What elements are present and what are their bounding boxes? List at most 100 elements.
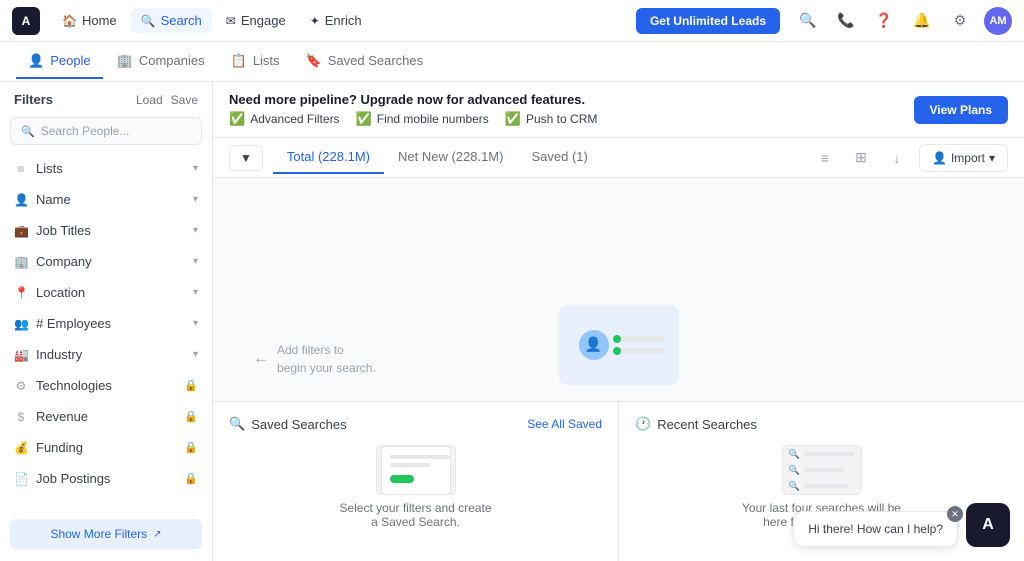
filter-name[interactable]: 👤 Name ▾ bbox=[0, 184, 212, 215]
job-postings-lock-icon: 🔒 bbox=[184, 472, 198, 485]
list-view-button[interactable]: ≡ bbox=[811, 144, 839, 172]
chat-avatar[interactable]: A bbox=[966, 503, 1010, 547]
location-chevron-icon: ▾ bbox=[193, 287, 198, 298]
filter-toggle-icon: ▼ bbox=[240, 151, 252, 165]
industry-chevron-icon: ▾ bbox=[193, 349, 198, 360]
illus-dot-2 bbox=[613, 347, 621, 355]
filter-employees[interactable]: 👥 # Employees ▾ bbox=[0, 308, 212, 339]
nav-phone-icon-btn[interactable]: 📞 bbox=[832, 7, 860, 35]
tab-people[interactable]: 👤 People bbox=[16, 45, 103, 79]
filter-location[interactable]: 📍 Location ▾ bbox=[0, 277, 212, 308]
import-chevron-icon: ▾ bbox=[989, 151, 995, 165]
show-more-filters-button[interactable]: Show More Filters ↗ bbox=[10, 519, 202, 549]
saved-searches-title-text: Saved Searches bbox=[251, 417, 346, 432]
people-tab-label: People bbox=[50, 53, 90, 68]
saved-searches-card: 🔍 Saved Searches See All Saved bbox=[213, 402, 619, 561]
check-icon-3: ✅ bbox=[505, 111, 521, 127]
engage-icon: ✉ bbox=[226, 14, 236, 28]
feature-advanced-filters: ✅ Advanced Filters bbox=[229, 111, 340, 127]
job-titles-chevron-icon: ▾ bbox=[193, 225, 198, 236]
nav-settings-icon-btn[interactable]: ⚙ bbox=[946, 7, 974, 35]
search-people-placeholder: Search People... bbox=[41, 124, 130, 138]
empty-state-illustration: 👤 bbox=[559, 305, 679, 385]
results-bar: ▼ Total (228.1M) Net New (228.1M) Saved … bbox=[213, 138, 1024, 178]
recent-search-lines: 🔍 🔍 🔍 bbox=[783, 443, 860, 498]
chat-close-button[interactable]: ✕ bbox=[947, 506, 963, 522]
chatbot-widget: ✕ Hi there! How can I help? A bbox=[793, 503, 1010, 547]
saved-searches-empty-text: Select your filters and create a Saved S… bbox=[339, 501, 491, 529]
recent-searches-card-title: 🕐 Recent Searches bbox=[635, 416, 757, 432]
tab-total[interactable]: Total (228.1M) bbox=[273, 141, 384, 174]
banner-features: ✅ Advanced Filters ✅ Find mobile numbers… bbox=[229, 111, 597, 127]
companies-tab-icon: 🏢 bbox=[117, 53, 133, 69]
feature-mobile-numbers: ✅ Find mobile numbers bbox=[356, 111, 489, 127]
industry-filter-label: Industry bbox=[36, 347, 82, 362]
import-label: Import bbox=[951, 151, 985, 165]
job-postings-filter-label: Job Postings bbox=[36, 471, 110, 486]
illustration-avatar: 👤 bbox=[579, 330, 609, 360]
nav-home[interactable]: 🏠 Home bbox=[52, 8, 127, 33]
save-filters-button[interactable]: Save bbox=[171, 93, 198, 107]
funding-lock-icon: 🔒 bbox=[184, 441, 198, 454]
illus-line-1 bbox=[613, 336, 665, 342]
recent-searches-title-text: Recent Searches bbox=[657, 417, 757, 432]
revenue-lock-icon: 🔒 bbox=[184, 410, 198, 423]
show-more-label: Show More Filters bbox=[50, 527, 147, 541]
saved-line1: Select your filters and create bbox=[339, 501, 491, 515]
load-filters-button[interactable]: Load bbox=[136, 93, 163, 107]
filter-lists[interactable]: ≡ Lists ▾ bbox=[0, 153, 212, 184]
filter-revenue[interactable]: $ Revenue 🔒 bbox=[0, 401, 212, 432]
tab-saved-searches[interactable]: 🔖 Saved Searches bbox=[294, 45, 436, 79]
tab-companies[interactable]: 🏢 Companies bbox=[105, 45, 217, 79]
see-all-saved-link[interactable]: See All Saved bbox=[527, 417, 602, 431]
nav-engage-label: Engage bbox=[241, 13, 286, 28]
tab-saved[interactable]: Saved (1) bbox=[517, 141, 601, 174]
app-logo[interactable]: A bbox=[12, 7, 40, 35]
user-avatar[interactable]: AM bbox=[984, 7, 1012, 35]
filter-technologies[interactable]: ⚙ Technologies 🔒 bbox=[0, 370, 212, 401]
export-button[interactable]: ↓ bbox=[883, 144, 911, 172]
tab-lists[interactable]: 📋 Lists bbox=[219, 45, 292, 79]
filter-industry[interactable]: 🏭 Industry ▾ bbox=[0, 339, 212, 370]
job-postings-filter-icon: 📄 bbox=[14, 472, 28, 486]
filter-toggle-button[interactable]: ▼ bbox=[229, 145, 263, 171]
view-plans-button[interactable]: View Plans bbox=[914, 96, 1008, 124]
mini-filter-card bbox=[381, 446, 451, 495]
people-tab-icon: 👤 bbox=[28, 53, 44, 69]
filter-job-postings[interactable]: 📄 Job Postings 🔒 bbox=[0, 463, 212, 494]
tab-net-new[interactable]: Net New (228.1M) bbox=[384, 141, 517, 174]
filter-company[interactable]: 🏢 Company ▾ bbox=[0, 246, 212, 277]
search-people-input[interactable]: 🔍 Search People... bbox=[10, 117, 202, 145]
upgrade-banner: Need more pipeline? Upgrade now for adva… bbox=[213, 82, 1024, 138]
search-mini-icon-3: 🔍 bbox=[789, 481, 800, 492]
banner-title: Need more pipeline? Upgrade now for adva… bbox=[229, 92, 597, 107]
filters-title: Filters bbox=[14, 92, 53, 107]
chat-bubble: ✕ Hi there! How can I help? bbox=[793, 511, 958, 547]
nav-help-icon-btn[interactable]: ❓ bbox=[870, 7, 898, 35]
recent-searches-card-header: 🕐 Recent Searches bbox=[635, 416, 1008, 432]
saved-searches-card-title: 🔍 Saved Searches bbox=[229, 416, 347, 432]
arrow-left-icon: ← bbox=[253, 350, 269, 368]
nav-search[interactable]: 🔍 Search bbox=[131, 8, 212, 33]
nav-search-icon-btn[interactable]: 🔍 bbox=[794, 7, 822, 35]
grid-view-button[interactable]: ⊞ bbox=[847, 144, 875, 172]
top-navigation: A 🏠 Home 🔍 Search ✉ Engage ✦ Enrich Get … bbox=[0, 0, 1024, 42]
main-content: Need more pipeline? Upgrade now for adva… bbox=[213, 82, 1024, 561]
nav-enrich[interactable]: ✦ Enrich bbox=[300, 8, 372, 33]
filter-funding[interactable]: 💰 Funding 🔒 bbox=[0, 432, 212, 463]
nav-bell-icon-btn[interactable]: 🔔 bbox=[908, 7, 936, 35]
nav-engage[interactable]: ✉ Engage bbox=[216, 8, 296, 33]
get-unlimited-leads-button[interactable]: Get Unlimited Leads bbox=[636, 8, 780, 34]
job-titles-filter-label: Job Titles bbox=[36, 223, 91, 238]
tab-total-label: Total (228.1M) bbox=[287, 149, 370, 164]
employees-filter-icon: 👥 bbox=[14, 317, 28, 331]
filter-job-titles[interactable]: 💼 Job Titles ▾ bbox=[0, 215, 212, 246]
lists-tab-label: Lists bbox=[253, 53, 280, 68]
recent-searches-icon: 🕐 bbox=[635, 416, 651, 432]
import-button[interactable]: 👤 Import ▾ bbox=[919, 144, 1008, 172]
revenue-filter-label: Revenue bbox=[36, 409, 88, 424]
saved-searches-illustration bbox=[376, 445, 456, 495]
search-nav-icon: 🔍 bbox=[141, 14, 156, 28]
tab-saved-label: Saved (1) bbox=[531, 149, 587, 164]
name-filter-icon: 👤 bbox=[14, 193, 28, 207]
